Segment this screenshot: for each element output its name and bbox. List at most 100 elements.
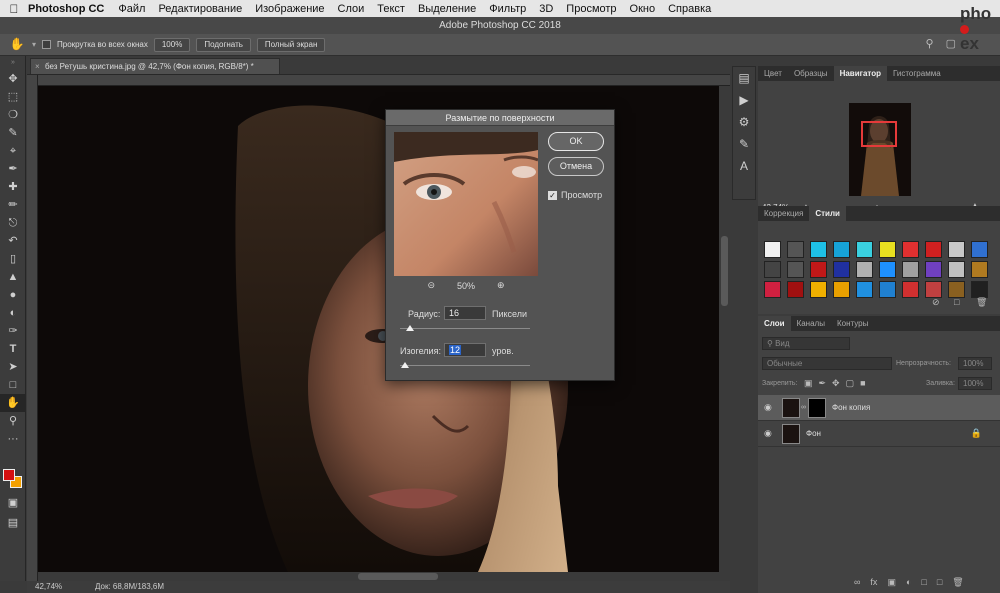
- group-folder-icon[interactable]: □: [921, 577, 926, 588]
- style-swatch[interactable]: [902, 261, 919, 278]
- style-swatch[interactable]: [925, 281, 942, 298]
- blur-tool-icon[interactable]: ●: [0, 286, 26, 304]
- tab-styles[interactable]: Стили: [809, 206, 846, 221]
- style-swatch[interactable]: [925, 241, 942, 258]
- style-swatch[interactable]: [810, 281, 827, 298]
- ok-button[interactable]: OK: [548, 132, 604, 151]
- menu-edit[interactable]: Редактирование: [158, 3, 242, 15]
- style-swatch[interactable]: [787, 261, 804, 278]
- style-swatch[interactable]: [856, 261, 873, 278]
- scrollbar-thumb[interactable]: [721, 236, 728, 306]
- dodge-tool-icon[interactable]: ◐: [0, 304, 26, 322]
- add-mask-icon[interactable]: ▣: [887, 577, 896, 588]
- style-swatch[interactable]: [925, 261, 942, 278]
- tab-channels[interactable]: Каналы: [791, 316, 831, 331]
- vertical-ruler[interactable]: [27, 75, 38, 581]
- layer-row[interactable]: ◉ ∞ Фон копия: [758, 395, 1000, 421]
- style-swatch[interactable]: [971, 241, 988, 258]
- tab-color[interactable]: Цвет: [758, 66, 788, 81]
- menu-3d[interactable]: 3D: [539, 3, 553, 15]
- layer-mask-thumbnail[interactable]: [808, 398, 826, 418]
- tab-paths[interactable]: Контуры: [831, 316, 874, 331]
- type-tool-icon[interactable]: T: [0, 340, 26, 358]
- marquee-tool-icon[interactable]: ⬚: [0, 88, 26, 106]
- style-swatch[interactable]: [810, 261, 827, 278]
- hand-tool-icon[interactable]: ✋: [0, 394, 26, 412]
- crop-tool-icon[interactable]: ⌖: [0, 142, 26, 160]
- document-tab[interactable]: × без Ретушь кристина.jpg @ 42,7% (Фон к…: [30, 58, 280, 74]
- style-swatch[interactable]: [856, 281, 873, 298]
- menu-filter[interactable]: Фильтр: [489, 3, 526, 15]
- zoom-tool-icon[interactable]: ⚲: [0, 412, 26, 430]
- zoom-out-icon[interactable]: ⊝: [427, 280, 435, 291]
- style-swatch[interactable]: [833, 261, 850, 278]
- workspace-icon[interactable]: ▢: [946, 37, 956, 50]
- link-icon[interactable]: ∞: [801, 404, 806, 411]
- link-layers-icon[interactable]: ∞: [854, 577, 860, 588]
- properties-panel-icon[interactable]: ⚙: [733, 111, 755, 133]
- tab-layers[interactable]: Слои: [758, 316, 791, 331]
- new-style-icon[interactable]: □: [954, 297, 959, 307]
- menu-file[interactable]: Файл: [118, 3, 145, 15]
- trash-icon[interactable]: 🗑: [952, 577, 963, 588]
- more-tools-icon[interactable]: ···: [0, 430, 26, 448]
- menu-window[interactable]: Окно: [630, 3, 656, 15]
- tab-swatches[interactable]: Образцы: [788, 66, 834, 81]
- paint-bucket-tool-icon[interactable]: ▲: [0, 268, 26, 286]
- fill-field[interactable]: 100%: [958, 377, 992, 390]
- shape-tool-icon[interactable]: □: [0, 376, 26, 394]
- tab-navigator[interactable]: Навигатор: [833, 66, 887, 81]
- app-menu[interactable]: Photoshop CC: [28, 3, 104, 15]
- menu-view[interactable]: Просмотр: [566, 3, 616, 15]
- style-swatch[interactable]: [810, 241, 827, 258]
- lock-icon[interactable]: 🔒: [971, 428, 982, 439]
- checkmark-icon[interactable]: ✓: [548, 190, 557, 200]
- layer-name[interactable]: Фон копия: [832, 403, 870, 412]
- lock-options-icons[interactable]: ▣✒✥▢■: [804, 378, 872, 389]
- horizontal-scrollbar[interactable]: [38, 572, 719, 581]
- actions-play-icon[interactable]: ▶: [733, 89, 755, 111]
- style-swatch[interactable]: [971, 281, 988, 298]
- style-swatch[interactable]: [833, 241, 850, 258]
- threshold-input[interactable]: 12: [444, 343, 486, 357]
- clear-style-icon[interactable]: ⊘: [932, 297, 940, 308]
- style-swatch[interactable]: [971, 261, 988, 278]
- image-canvas[interactable]: [38, 86, 719, 572]
- layer-thumbnail[interactable]: [782, 398, 800, 418]
- status-doc-size[interactable]: Док: 68,8M/183,6M: [95, 581, 164, 593]
- menu-layers[interactable]: Слои: [338, 3, 365, 15]
- delete-style-icon[interactable]: 🗑: [976, 297, 987, 308]
- quick-mask-icon[interactable]: ▣: [0, 494, 26, 512]
- scroll-all-windows-checkbox[interactable]: [42, 40, 52, 49]
- menu-image[interactable]: Изображение: [255, 3, 324, 15]
- navigator-view-rect[interactable]: [861, 121, 897, 147]
- cancel-button[interactable]: Отмена: [548, 157, 604, 176]
- style-swatch[interactable]: [856, 241, 873, 258]
- style-swatch[interactable]: [948, 261, 965, 278]
- history-brush-tool-icon[interactable]: ↶: [0, 232, 26, 250]
- search-icon[interactable]: ⚲: [926, 37, 934, 50]
- fx-icon[interactable]: fx: [870, 577, 877, 588]
- pen-tool-icon[interactable]: ✑: [0, 322, 26, 340]
- close-icon[interactable]: ×: [35, 59, 40, 74]
- character-panel-icon[interactable]: A: [733, 155, 755, 177]
- threshold-slider[interactable]: [400, 362, 530, 368]
- layer-name[interactable]: Фон: [806, 429, 821, 438]
- history-panel-icon[interactable]: ▤: [733, 67, 755, 89]
- tab-histogram[interactable]: Гистограмма: [887, 66, 947, 81]
- style-swatch[interactable]: [764, 281, 781, 298]
- adjustment-layer-icon[interactable]: ◐: [906, 577, 911, 588]
- eye-icon[interactable]: ◉: [764, 402, 772, 413]
- status-zoom[interactable]: 42,74%: [35, 582, 62, 591]
- horizontal-ruler[interactable]: [38, 75, 730, 86]
- healing-brush-tool-icon[interactable]: ✚: [0, 178, 26, 196]
- clone-stamp-tool-icon[interactable]: ⎋: [0, 214, 26, 232]
- style-swatch[interactable]: [948, 281, 965, 298]
- slider-knob[interactable]: [406, 325, 415, 331]
- style-swatch[interactable]: [764, 241, 781, 258]
- radius-slider[interactable]: [400, 325, 530, 331]
- navigator-thumbnail[interactable]: [849, 103, 911, 196]
- eraser-tool-icon[interactable]: ▯: [0, 250, 26, 268]
- menu-help[interactable]: Справка: [668, 3, 711, 15]
- scrollbar-thumb[interactable]: [358, 573, 438, 580]
